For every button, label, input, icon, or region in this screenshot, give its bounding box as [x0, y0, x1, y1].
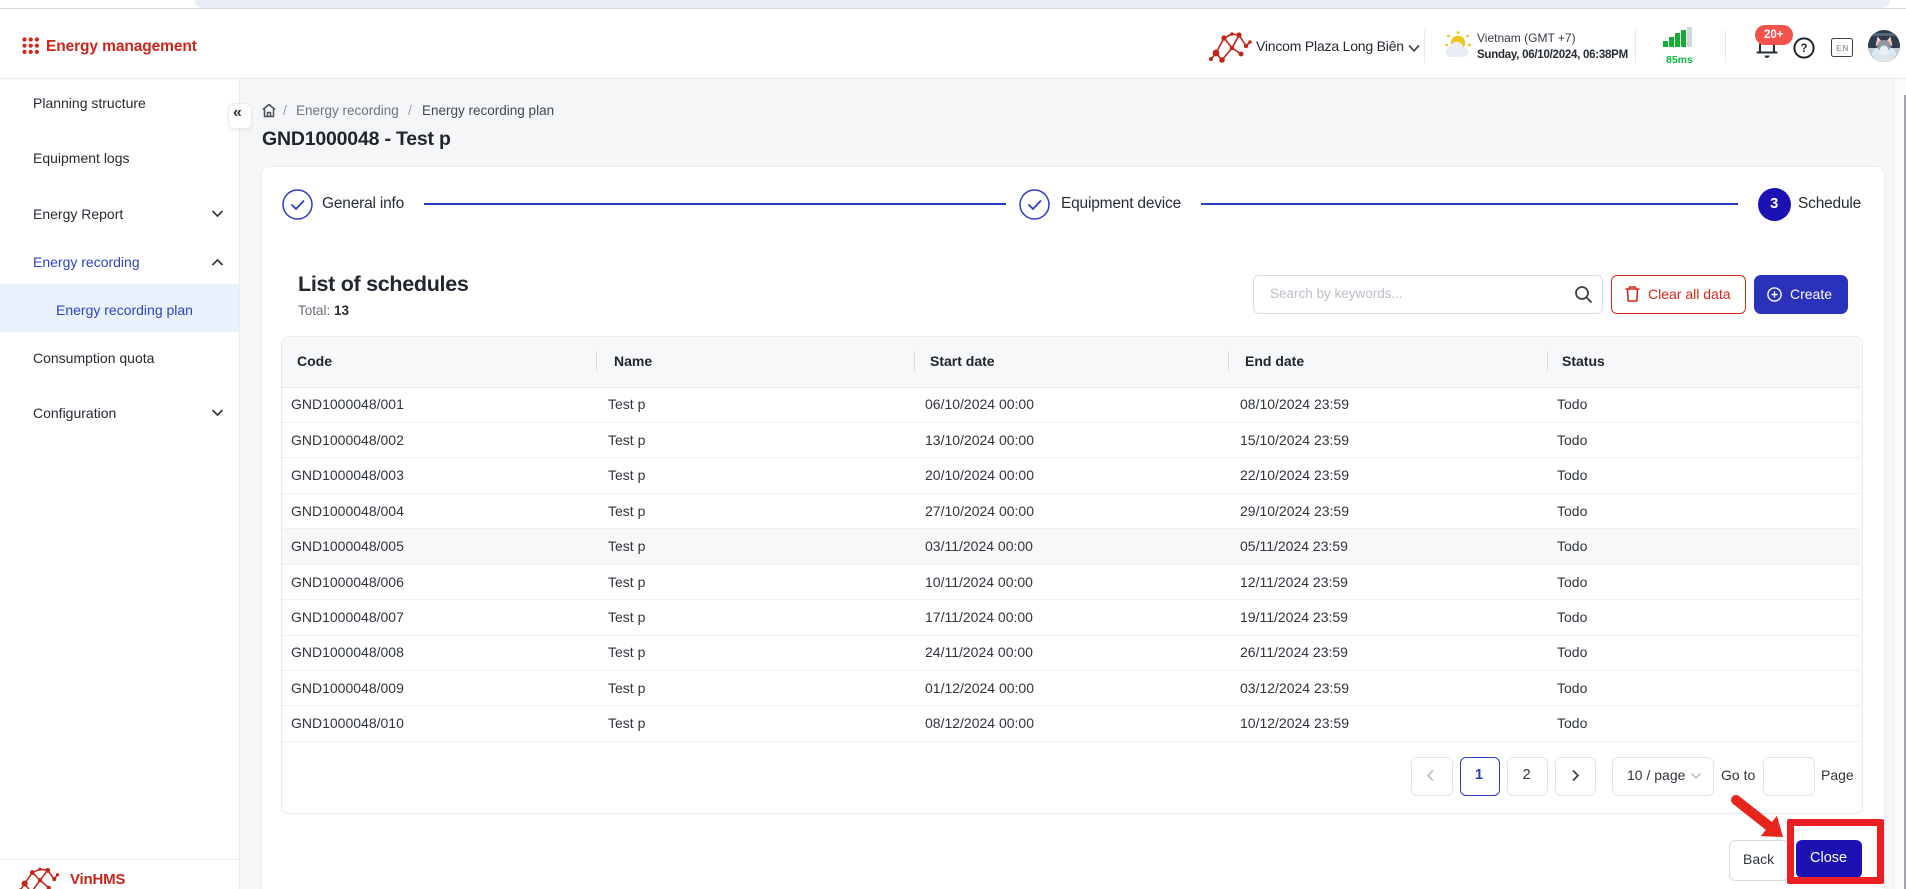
svg-text:?: ?: [1800, 43, 1807, 55]
